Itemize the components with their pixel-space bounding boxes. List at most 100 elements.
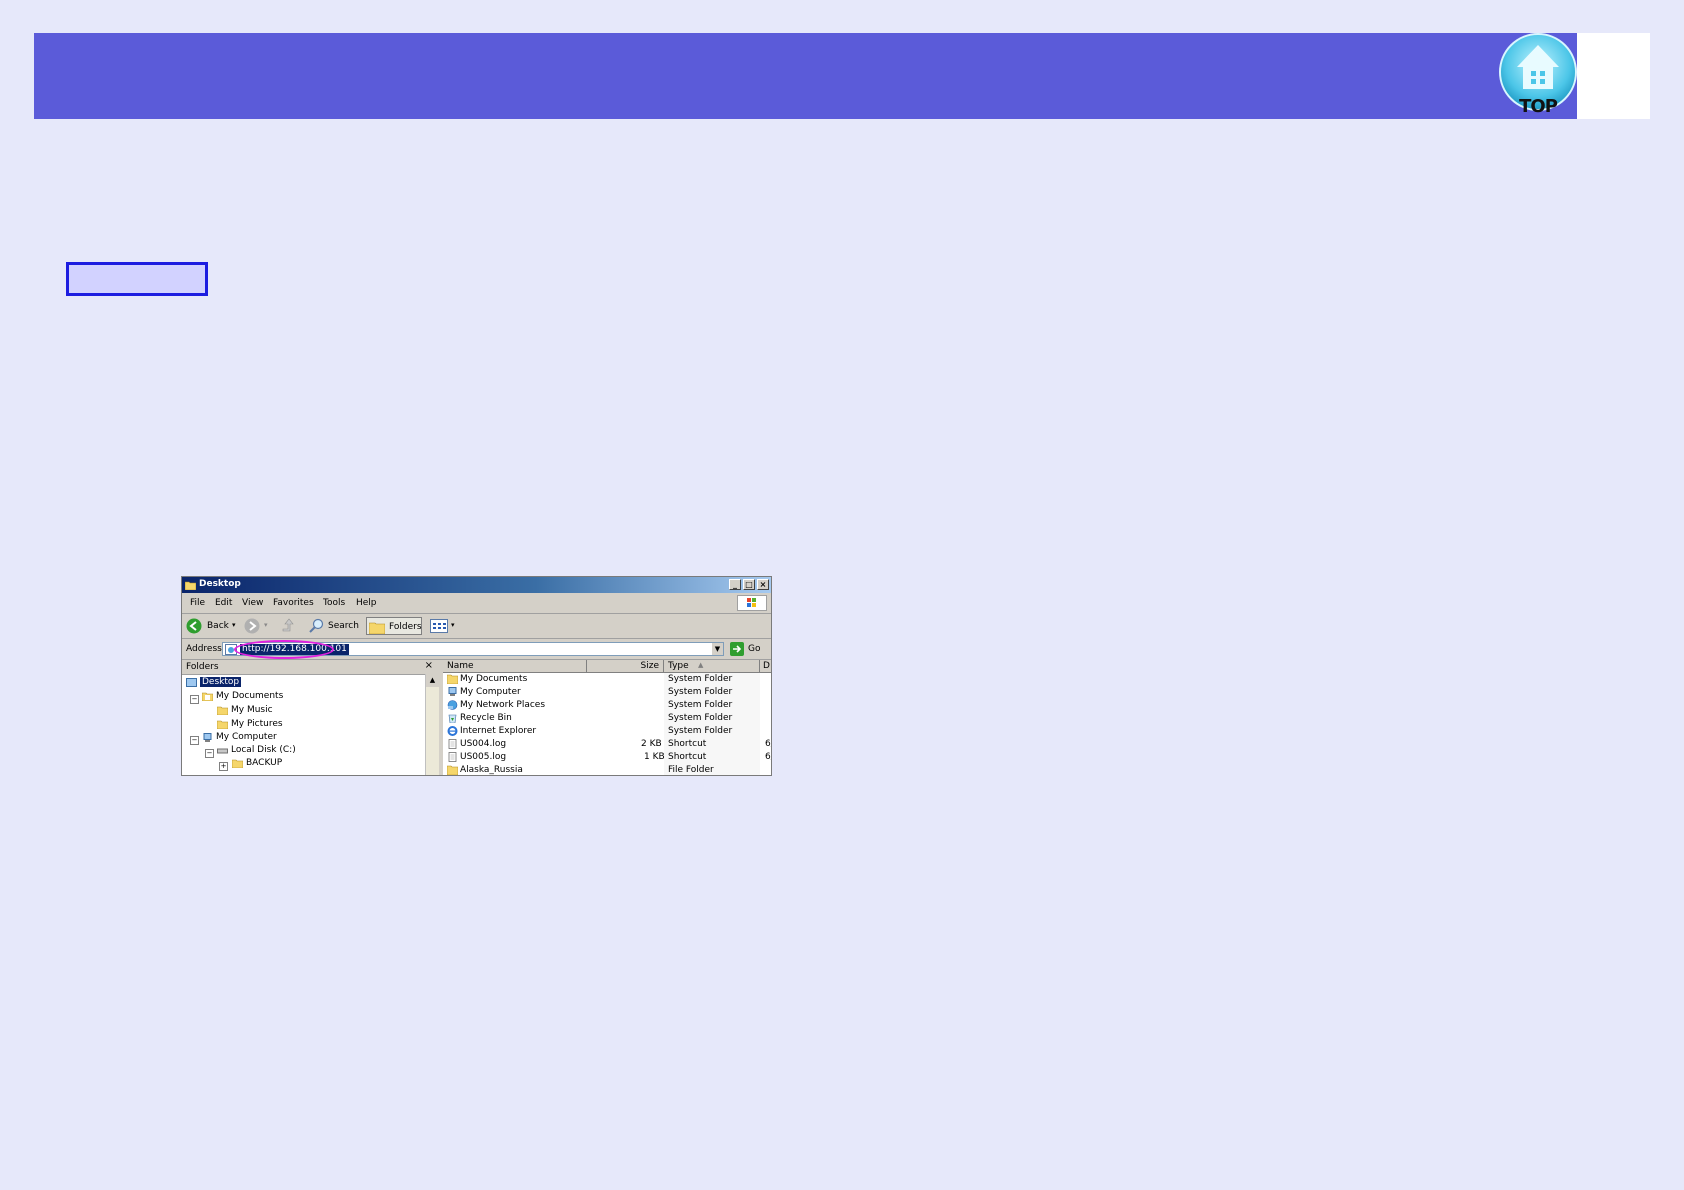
top-label: TOP: [1519, 96, 1558, 117]
scroll-up-icon[interactable]: ▲: [426, 674, 439, 687]
collapse-toggle[interactable]: −: [190, 736, 199, 745]
file-icon: [448, 752, 457, 762]
file-icon: [448, 739, 457, 749]
close-icon[interactable]: ×: [425, 660, 433, 671]
column-label: Type: [668, 661, 689, 671]
menu-view[interactable]: View: [242, 598, 263, 608]
up-arrow-icon: [282, 618, 294, 632]
views-button[interactable]: ▾: [430, 617, 460, 635]
file-type: System Folder: [668, 726, 733, 736]
file-row[interactable]: Internet Explorer System Folder: [443, 725, 771, 738]
menu-help[interactable]: Help: [356, 598, 377, 608]
computer-icon: [203, 732, 212, 742]
tree-item-label: Local Disk (C:): [231, 745, 296, 755]
forward-arrow-icon: [244, 618, 260, 634]
file-row[interactable]: US005.log 1 KB Shortcut 6/: [443, 751, 771, 764]
file-type: File Folder: [668, 765, 714, 775]
tree-item-my-computer[interactable]: My Computer: [202, 732, 277, 745]
chevron-down-icon: ▾: [232, 621, 236, 629]
column-label: Size: [640, 661, 659, 671]
title-bar[interactable]: Desktop _ □ ×: [182, 577, 771, 593]
desktop-icon: [186, 677, 197, 687]
collapse-toggle[interactable]: −: [190, 695, 199, 704]
sort-ascending-icon: ▲: [698, 661, 704, 669]
collapse-toggle[interactable]: −: [205, 749, 214, 758]
file-name: My Documents: [460, 674, 528, 684]
file-row[interactable]: US004.log 2 KB Shortcut 6/: [443, 738, 771, 751]
tree-item-label: Desktop: [200, 677, 242, 687]
file-type: Shortcut: [668, 752, 707, 762]
file-row[interactable]: My Documents System Folder: [443, 673, 771, 686]
tree-item-desktop[interactable]: Desktop: [186, 677, 242, 690]
file-type: Shortcut: [668, 739, 707, 749]
top-button[interactable]: TOP: [1495, 33, 1581, 119]
address-label: Address: [186, 644, 222, 654]
file-type: System Folder: [668, 700, 733, 710]
documents-icon: [447, 674, 458, 684]
folders-pane: Folders × Desktop − My Documents My Musi…: [182, 660, 440, 775]
go-arrow-icon: [730, 642, 744, 656]
back-arrow-icon: [186, 618, 202, 634]
file-row[interactable]: Alaska_Russia File Folder: [443, 764, 771, 775]
column-header-type[interactable]: Type ▲: [664, 660, 760, 673]
expand-toggle[interactable]: +: [219, 762, 228, 771]
folders-button[interactable]: Folders: [366, 617, 422, 635]
close-button[interactable]: ×: [757, 579, 769, 590]
file-name: US005.log: [460, 752, 507, 762]
column-header-date[interactable]: D: [760, 660, 771, 673]
file-type: System Folder: [668, 674, 733, 684]
header-tail: [1577, 33, 1650, 119]
section-label-box: [66, 262, 208, 296]
tree-item-backup[interactable]: BACKUP: [232, 758, 282, 771]
folder-icon: [185, 581, 196, 590]
folders-pane-title: Folders: [186, 662, 219, 672]
forward-button[interactable]: ▾: [244, 617, 272, 635]
file-name: Alaska_Russia: [460, 765, 523, 775]
file-date: 6/: [765, 739, 771, 749]
file-name: US004.log: [460, 739, 507, 749]
file-row[interactable]: My Computer System Folder: [443, 686, 771, 699]
tree-item-label: My Documents: [216, 691, 284, 701]
back-button[interactable]: Back ▾: [186, 617, 242, 635]
file-size: 2 KB: [641, 739, 662, 749]
tree-item-label: My Computer: [216, 732, 277, 742]
menu-bar: File Edit View Favorites Tools Help: [182, 593, 771, 614]
column-header-name[interactable]: Name: [443, 660, 587, 673]
file-name: Recycle Bin: [460, 713, 512, 723]
folder-icon: [369, 622, 385, 634]
tree-item-my-music[interactable]: My Music: [217, 705, 273, 718]
column-label: Name: [447, 661, 474, 671]
maximize-button[interactable]: □: [743, 579, 755, 590]
address-highlight-ellipse: [234, 640, 334, 659]
minimize-button[interactable]: _: [729, 579, 741, 590]
menu-file[interactable]: File: [190, 598, 205, 608]
files-pane: Name Size Type ▲ D My Documents System F…: [443, 660, 771, 775]
up-folder-button[interactable]: [280, 617, 298, 635]
column-header-size[interactable]: Size: [587, 660, 664, 673]
menu-tools[interactable]: Tools: [323, 598, 345, 608]
menu-favorites[interactable]: Favorites: [273, 598, 314, 608]
computer-icon: [448, 687, 457, 696]
toolbar: Back ▾ ▾ Search Folders ▾: [182, 614, 771, 639]
file-name: Internet Explorer: [460, 726, 537, 736]
folder-icon: [232, 759, 243, 768]
explorer-window: Desktop _ □ × File Edit View Favorites T…: [181, 576, 772, 776]
disk-icon: [217, 748, 228, 753]
header-band: [34, 33, 1577, 119]
menu-edit[interactable]: Edit: [215, 598, 232, 608]
documents-icon: [202, 692, 213, 701]
search-button[interactable]: Search: [308, 617, 364, 635]
chevron-down-icon: ▾: [264, 621, 268, 629]
tree-item-label: My Pictures: [231, 719, 283, 729]
go-button[interactable]: Go: [730, 642, 770, 656]
tree-item-label: BACKUP: [246, 758, 283, 768]
folders-scrollbar[interactable]: ▲: [425, 674, 439, 775]
file-row[interactable]: Recycle Bin System Folder: [443, 712, 771, 725]
tree-item-my-documents[interactable]: My Documents: [202, 691, 283, 704]
tree-item-my-pictures[interactable]: My Pictures: [217, 719, 283, 732]
tree-item-local-disk[interactable]: Local Disk (C:): [217, 745, 296, 758]
file-row[interactable]: My Network Places System Folder: [443, 699, 771, 712]
back-label: Back: [207, 621, 229, 631]
recycle-bin-icon: [448, 714, 457, 723]
chevron-down-icon[interactable]: ▼: [712, 643, 723, 655]
